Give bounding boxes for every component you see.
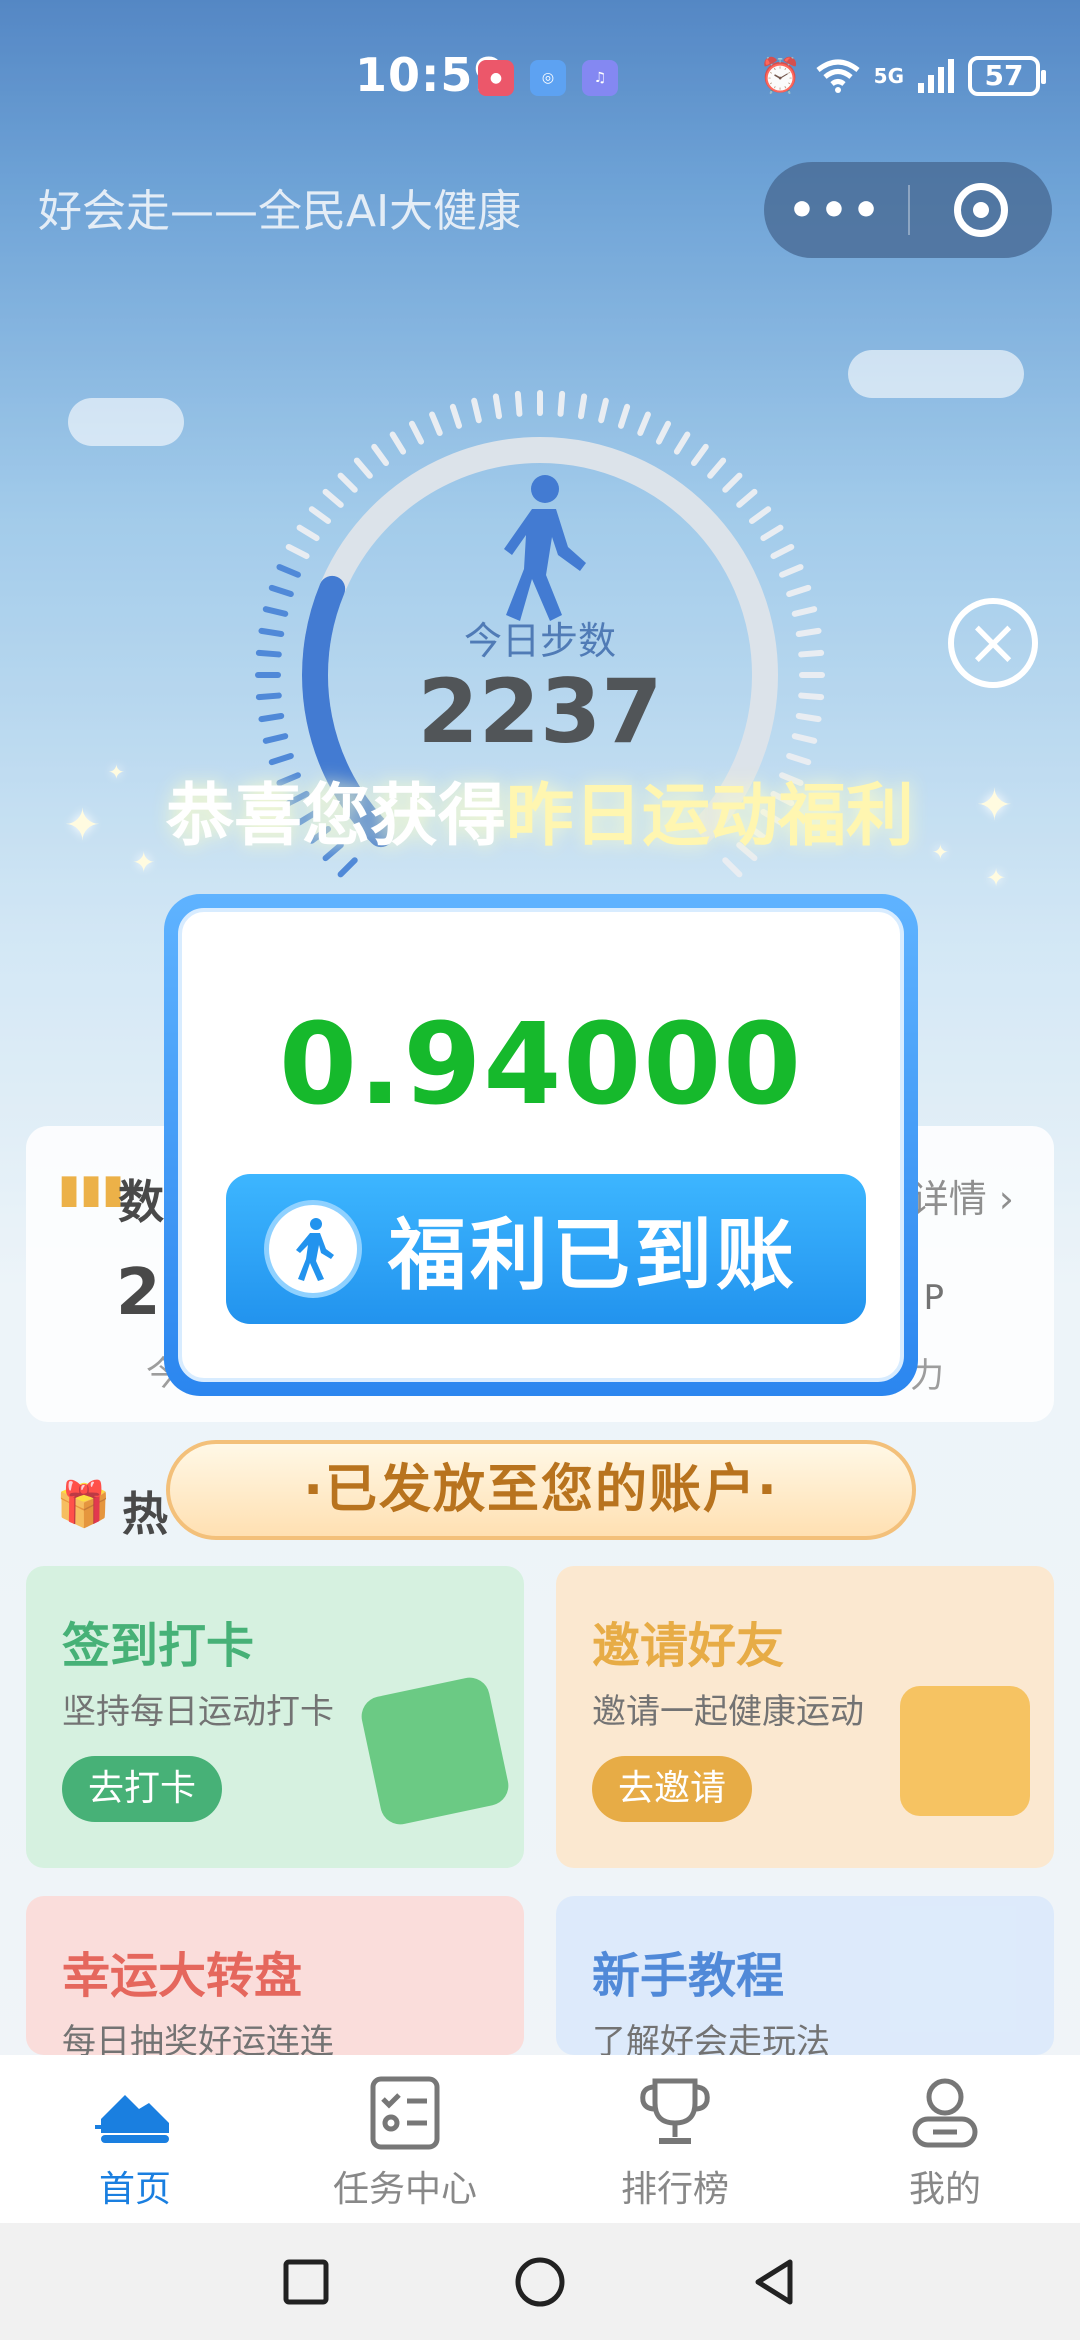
nav-leaderboard[interactable]: 排行榜: [540, 2055, 810, 2223]
congrats-highlight: 昨日运动福利: [506, 777, 915, 856]
reward-arrived-label: 福利已到账: [388, 1211, 799, 1301]
congrats-heading: 恭喜您获得昨日运动福利: [0, 760, 1080, 859]
reward-amount: 0.94000: [278, 1000, 804, 1130]
recents-icon[interactable]: [282, 2258, 330, 2306]
profile-icon: [912, 2078, 978, 2148]
nav-label: 排行榜: [620, 2169, 729, 2210]
reward-modal: 0.94000 福利已到账: [164, 894, 918, 1396]
nav-home[interactable]: 首页: [0, 2055, 270, 2223]
sparkle-icon: ✦: [986, 864, 1007, 892]
close-icon: ×: [966, 606, 1020, 680]
congrats-prefix: 恭喜您获得: [165, 777, 506, 856]
sent-to-account-label: ·已发放至您的账户·: [166, 1440, 916, 1540]
back-triangle-icon[interactable]: [750, 2256, 798, 2308]
system-nav-bar: [0, 2223, 1080, 2340]
home-circle-icon[interactable]: [514, 2256, 566, 2308]
trophy-icon: [640, 2078, 710, 2144]
sneaker-icon: [95, 2095, 169, 2143]
nav-label: 首页: [98, 2169, 171, 2210]
nav-task-center[interactable]: 任务中心: [270, 2055, 540, 2223]
task-list-icon: [370, 2076, 440, 2150]
nav-label: 我的: [908, 2169, 981, 2210]
nav-mine[interactable]: 我的: [810, 2055, 1080, 2223]
reward-arrived-button[interactable]: 福利已到账: [226, 1174, 866, 1324]
bottom-nav: 首页 任务中心 排行榜 我的: [0, 2055, 1080, 2223]
modal-close-button[interactable]: ×: [948, 598, 1038, 688]
nav-label: 任务中心: [332, 2169, 477, 2210]
reward-modal-body: 0.94000 福利已到账: [178, 908, 904, 1382]
walking-person-icon: [264, 1200, 362, 1298]
